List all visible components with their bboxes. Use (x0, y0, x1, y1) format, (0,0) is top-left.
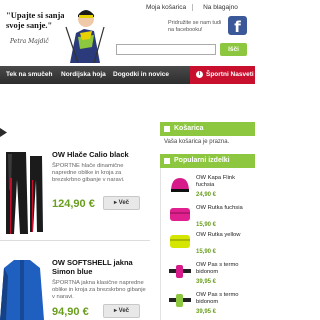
popular-product-name[interactable]: OW Pas s termo bidonom (196, 262, 254, 276)
product-title-line-2: Simon blue (52, 267, 93, 276)
product-image-jacket[interactable] (0, 258, 44, 320)
popular-product-image[interactable] (168, 205, 192, 223)
cart-title: Košarica (174, 125, 204, 132)
sport-tips-label: Športni Nasveti (206, 71, 254, 78)
top-links: Moja košarica Na blagajno (146, 4, 248, 11)
my-cart-link[interactable]: Moja košarica (146, 4, 186, 11)
product-title[interactable]: OW SOFTSHELL jakna Simon blue (52, 258, 133, 276)
more-button-label: Več (118, 200, 130, 206)
popular-product-image[interactable] (168, 176, 192, 194)
popular-product-price: 39,95 € (196, 309, 217, 315)
facebook-invite: Pridružite se nam tudi na facebooku! (168, 20, 222, 33)
product-title[interactable]: OW Hlače Calio black (52, 150, 129, 159)
more-button-label: Več (118, 308, 130, 314)
popular-product-name[interactable]: OW Kapa Flink fuchsia (196, 175, 254, 189)
facebook-icon[interactable]: f (228, 16, 247, 36)
popular-product-price: 15,90 € (196, 222, 217, 228)
popular-product-price: 39,95 € (196, 279, 217, 285)
checkout-link[interactable]: Na blagajno (203, 4, 238, 11)
product-price: 94,90 € (52, 306, 89, 318)
popular-product-name[interactable]: OW Rutka fuchsia (196, 205, 254, 212)
cart-header-marker (164, 126, 170, 132)
product-title-line-1: OW SOFTSHELL jakna (52, 258, 133, 267)
popular-product-name[interactable]: OW Pas s termo bidonom (196, 292, 254, 306)
product-description: ŠPORTNA jakna klasične napredne oblike i… (52, 280, 146, 300)
nav-item-nordic-walking[interactable]: Nordijska hoja (61, 66, 106, 84)
carousel-arrow-icon[interactable] (0, 128, 7, 137)
more-button[interactable]: ▸ Več (103, 196, 140, 210)
product-price: 124,90 € (52, 198, 95, 210)
popular-product-image[interactable] (168, 262, 192, 280)
popular-product-name[interactable]: OW Rutka yellow (196, 232, 254, 239)
header: "Upajte si sanjati svoje sanje." Petra M… (0, 0, 255, 66)
cart-panel-header: Košarica (160, 122, 255, 136)
popular-product-price: 15,90 € (196, 249, 217, 255)
popular-panel-header: Popularni izdelki (160, 154, 255, 168)
nav-item-events[interactable]: Dogodki in novice (113, 66, 169, 84)
info-icon: i (196, 70, 203, 78)
signature: Petra Majdič (10, 38, 49, 45)
nav-item-cross-country[interactable]: Tek na smučeh (6, 66, 52, 84)
product-image-pants[interactable] (0, 150, 44, 236)
cart-empty-text: Vaša košarica je prazna. (164, 139, 230, 145)
popular-product-image[interactable] (168, 232, 192, 250)
popular-product-image[interactable] (168, 291, 192, 309)
top-links-separator (192, 4, 194, 11)
popular-title: Popularni izdelki (174, 157, 230, 164)
search-input[interactable] (116, 44, 216, 55)
athlete-photo (64, 3, 106, 63)
more-button[interactable]: ▸ Več (103, 304, 140, 318)
product-description: ŠPORTNE hlače dinamične napredne oblike … (52, 163, 125, 183)
nav-item-sport-tips[interactable]: i Športni Nasveti (190, 66, 255, 84)
product-divider (0, 240, 150, 241)
popular-header-marker (164, 158, 170, 164)
popular-product-price: 24,90 € (196, 192, 217, 198)
search-button[interactable]: Išči (220, 43, 247, 56)
